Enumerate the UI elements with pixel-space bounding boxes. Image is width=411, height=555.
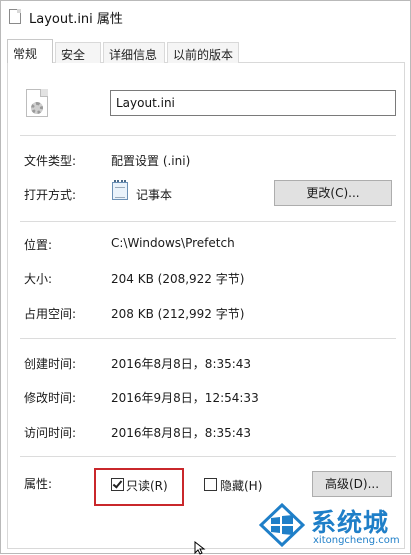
divider (20, 135, 396, 136)
hidden-label[interactable]: 隐藏(H) (220, 477, 262, 494)
divider (20, 456, 396, 457)
change-button[interactable]: 更改(C)... (274, 180, 392, 206)
properties-window: Layout.ini 属性 常规 安全 详细信息 以前的版本 文件类型: 配置设… (0, 0, 411, 555)
tab-general[interactable]: 常规 (7, 39, 53, 64)
size-value: 204 KB (208,922 字节) (111, 272, 245, 286)
hidden-checkbox[interactable] (204, 478, 217, 491)
size-on-disk-label: 占用空间: (24, 307, 77, 321)
open-with-label: 打开方式: (24, 188, 77, 202)
location-value: C:\Windows\Prefetch (111, 236, 235, 250)
attributes-label: 属性: (24, 477, 53, 491)
tab-strip: 常规 安全 详细信息 以前的版本 (7, 39, 405, 64)
title-bar[interactable]: Layout.ini 属性 (1, 1, 410, 31)
windows-logo-icon (259, 503, 305, 547)
file-type-value: 配置设置 (.ini) (111, 154, 191, 168)
general-panel: 文件类型: 配置设置 (.ini) 打开方式: 记事本 更改(C)... 位置:… (7, 63, 405, 549)
created-value: 2016年8月8日，8:35:43 (111, 357, 252, 371)
tab-previous-versions[interactable]: 以前的版本 (167, 42, 239, 63)
open-with-value: 记事本 (136, 188, 173, 202)
watermark-text: 系统城 (311, 508, 390, 537)
advanced-button[interactable]: 高级(D)... (312, 471, 392, 497)
accessed-label: 访问时间: (24, 426, 77, 440)
file-name-input[interactable] (110, 90, 396, 116)
notepad-icon (112, 180, 128, 200)
size-on-disk-value: 208 KB (212,992 字节) (111, 307, 245, 321)
gear-icon (31, 102, 43, 114)
watermark-url: xitongcheng.com (313, 535, 400, 546)
tab-security[interactable]: 安全 (55, 42, 101, 63)
accessed-value: 2016年8月8日，8:35:43 (111, 426, 252, 440)
tab-details[interactable]: 详细信息 (103, 42, 165, 63)
divider (20, 221, 396, 222)
mouse-cursor-icon (194, 541, 206, 555)
modified-value: 2016年9月8日，12:54:33 (111, 391, 259, 405)
modified-label: 修改时间: (24, 391, 77, 405)
divider (20, 338, 396, 339)
watermark: 系统城 xitongcheng.com (259, 501, 409, 553)
ini-file-icon (26, 89, 48, 117)
created-label: 创建时间: (24, 357, 77, 371)
window-title: Layout.ini 属性 (29, 12, 123, 27)
file-icon-small (9, 9, 21, 24)
size-label: 大小: (24, 272, 53, 286)
file-type-label: 文件类型: (24, 154, 77, 168)
readonly-highlight-box (94, 468, 184, 506)
location-label: 位置: (24, 238, 53, 252)
